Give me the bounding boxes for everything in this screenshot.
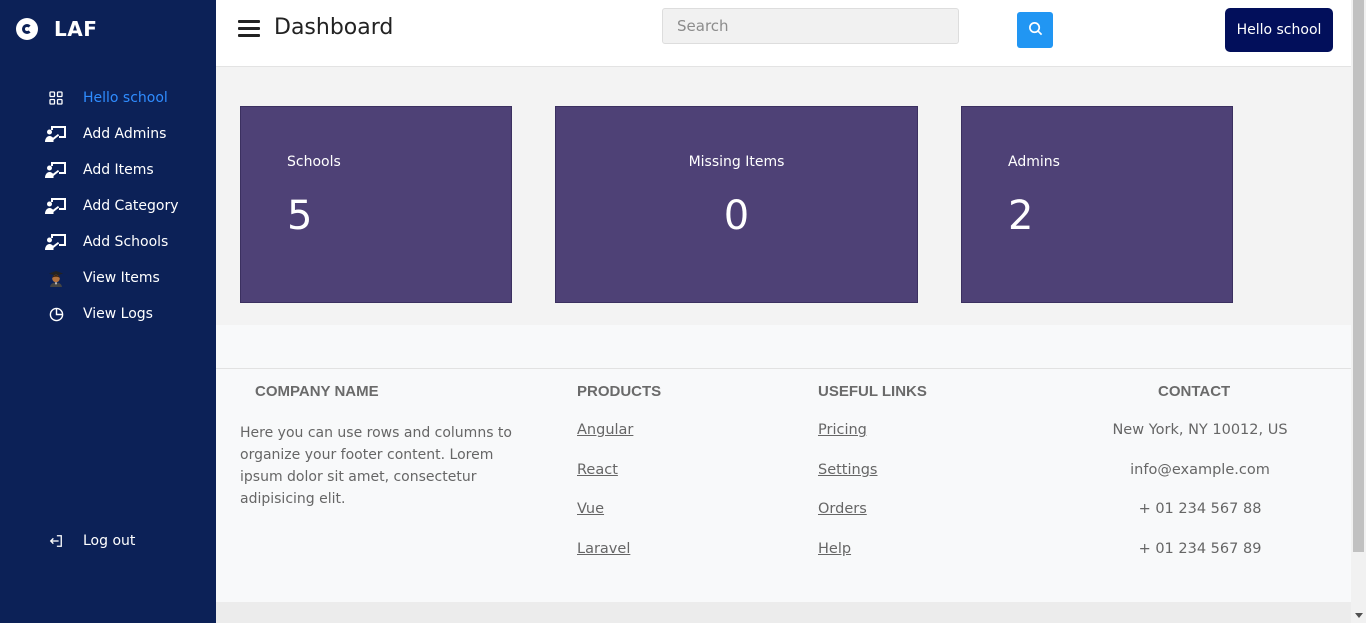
footer-heading-products: PRODUCTS — [577, 383, 662, 400]
contact-email: info@example.com — [1130, 462, 1270, 478]
footer-heading-contact: CONTACT — [1158, 383, 1231, 400]
footer-link-settings[interactable]: Settings — [818, 462, 877, 478]
sidebar-item-add-items[interactable]: Add Items — [44, 152, 216, 188]
sidebar-item-label: Hello school — [83, 90, 168, 106]
pie-chart-icon — [44, 302, 68, 326]
brand[interactable]: LAF — [16, 17, 97, 41]
footer-heading-useful-links: USEFUL LINKS — [818, 383, 927, 400]
sidebar: LAF Hello school Add Admins Add Items Ad… — [0, 0, 216, 623]
page-title: Dashboard — [274, 15, 394, 40]
footer-bottom-strip — [216, 602, 1351, 623]
sidebar-item-label: View Items — [83, 270, 160, 286]
footer-link-orders[interactable]: Orders — [818, 501, 867, 517]
top-header: Dashboard Hello school — [216, 0, 1351, 67]
footer-heading-company: COMPANY NAME — [255, 383, 379, 400]
graduate-icon — [44, 266, 68, 290]
presentation-icon — [44, 194, 68, 218]
footer-link-help[interactable]: Help — [818, 541, 851, 557]
brand-name: LAF — [54, 17, 98, 41]
footer-link-laravel[interactable]: Laravel — [577, 541, 630, 557]
footer-link-angular[interactable]: Angular — [577, 422, 633, 438]
sidebar-item-hello-school[interactable]: Hello school — [44, 80, 216, 116]
grid-icon — [44, 86, 68, 110]
contact-fax: + 01 234 567 89 — [1138, 541, 1262, 557]
sidebar-item-label: Add Schools — [83, 234, 169, 250]
sidebar-item-add-category[interactable]: Add Category — [44, 188, 216, 224]
stat-label: Admins — [1008, 154, 1060, 170]
presentation-icon — [44, 158, 68, 182]
search-input[interactable] — [662, 8, 959, 44]
logout-icon — [44, 529, 68, 553]
footer-divider — [216, 368, 1351, 369]
footer-link-react[interactable]: React — [577, 462, 618, 478]
presentation-icon — [44, 230, 68, 254]
contact-address: New York, NY 10012, US — [1112, 422, 1288, 438]
scroll-down-arrow-icon[interactable] — [1351, 607, 1366, 623]
stat-card-admins[interactable]: Admins 2 — [961, 106, 1233, 303]
sidebar-item-label: Add Admins — [83, 126, 167, 142]
stat-card-missing-items[interactable]: Missing Items 0 — [555, 106, 918, 303]
sidebar-item-add-admins[interactable]: Add Admins — [44, 116, 216, 152]
sidebar-item-label: Add Category — [83, 198, 179, 214]
sidebar-item-label: Add Items — [83, 162, 154, 178]
footer-link-pricing[interactable]: Pricing — [818, 422, 867, 438]
logout-label: Log out — [83, 533, 136, 549]
stat-value: 0 — [723, 193, 750, 239]
user-account-button[interactable]: Hello school — [1225, 8, 1333, 52]
contact-phone: + 01 234 567 88 — [1138, 501, 1262, 517]
presentation-icon — [44, 122, 68, 146]
page-scrollbar[interactable] — [1351, 0, 1366, 623]
stat-value: 5 — [287, 193, 313, 239]
menu-toggle-icon[interactable] — [238, 20, 260, 38]
stat-card-schools[interactable]: Schools 5 — [240, 106, 512, 303]
search-icon — [1028, 21, 1043, 39]
logout-button[interactable]: Log out — [44, 528, 135, 554]
sidebar-item-view-logs[interactable]: View Logs — [44, 296, 216, 332]
scrollbar-thumb[interactable] — [1353, 0, 1364, 552]
footer-link-vue[interactable]: Vue — [577, 501, 604, 517]
footer: COMPANY NAME Here you can use rows and c… — [216, 325, 1351, 602]
stat-value: 2 — [1008, 193, 1034, 239]
brand-logo-icon — [16, 18, 38, 40]
stat-label: Schools — [287, 154, 341, 170]
sidebar-item-label: View Logs — [83, 306, 153, 322]
search-button[interactable] — [1017, 12, 1053, 48]
stat-label: Missing Items — [688, 154, 785, 170]
sidebar-nav: Hello school Add Admins Add Items Add Ca… — [44, 80, 216, 332]
sidebar-item-add-schools[interactable]: Add Schools — [44, 224, 216, 260]
footer-company-text: Here you can use rows and columns to org… — [240, 425, 512, 507]
sidebar-item-view-items[interactable]: View Items — [44, 260, 216, 296]
